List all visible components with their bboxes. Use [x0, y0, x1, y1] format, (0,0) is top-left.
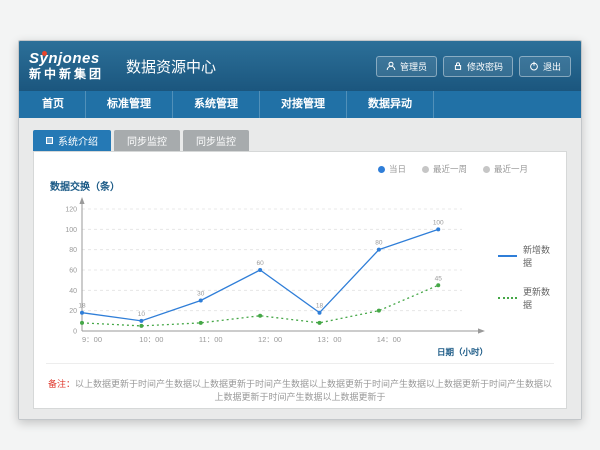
svg-text:日期（小时）: 日期（小时）	[437, 347, 488, 357]
power-icon	[529, 61, 539, 71]
range-legend: 当日 最近一周 最近一月	[46, 158, 554, 177]
range-last-week[interactable]: 最近一周	[422, 163, 467, 175]
series-updated-data-label: 更新数据	[523, 285, 554, 311]
change-password-button[interactable]: 修改密码	[443, 56, 513, 77]
page-title: 数据资源中心	[126, 56, 216, 77]
svg-text:100: 100	[433, 219, 444, 226]
dotted-line-icon	[498, 297, 517, 299]
svg-text:80: 80	[69, 247, 77, 254]
footnote: 备注：以上数据更新于时间产生数据以上数据更新于时间产生数据以上数据更新于时间产生…	[46, 363, 554, 403]
series-new-data-label: 新增数据	[523, 243, 554, 269]
series-updated-data[interactable]: 更新数据	[498, 285, 554, 311]
svg-text:100: 100	[65, 227, 77, 234]
app-header: Synjones 新中新集团 数据资源中心 管理员 修改密码 退出	[19, 41, 581, 91]
series-new-data[interactable]: 新增数据	[498, 243, 554, 269]
svg-text:11：00: 11：00	[199, 335, 223, 344]
svg-text:20: 20	[69, 308, 77, 315]
svg-text:45: 45	[435, 275, 443, 282]
logout-button[interactable]: 退出	[519, 56, 571, 77]
header-actions: 管理员 修改密码 退出	[376, 56, 571, 77]
logo-text-cn: 新中新集团	[29, 68, 104, 82]
user-icon	[386, 61, 396, 71]
tab-sync-monitor-2[interactable]: 同步监控	[183, 130, 249, 151]
range-last-month[interactable]: 最近一月	[483, 163, 528, 175]
tab-system-intro-label: 系统介绍	[58, 133, 98, 148]
chart-row: 0 20 40 60 80 100 120 9：00 10：00 11：00 12：00 13：00 1…	[46, 193, 554, 361]
series-legend: 新增数据 更新数据	[498, 243, 554, 311]
app-window: Synjones 新中新集团 数据资源中心 管理员 修改密码 退出	[18, 40, 582, 420]
svg-text:9：00: 9：00	[82, 335, 102, 344]
svg-text:12：00: 12：00	[258, 335, 282, 344]
tab-system-intro[interactable]: 系统介绍	[33, 130, 111, 151]
svg-text:18: 18	[78, 303, 86, 310]
brand-logo: Synjones 新中新集团	[29, 50, 118, 81]
lock-icon	[453, 61, 463, 71]
nav-item-connect-mgmt[interactable]: 对接管理	[260, 91, 347, 118]
tab-sync-monitor-1[interactable]: 同步监控	[114, 130, 180, 151]
nav-item-system-mgmt[interactable]: 系统管理	[173, 91, 260, 118]
tab-bar: 系统介绍 同步监控 同步监控	[33, 130, 567, 151]
svg-text:0: 0	[73, 329, 77, 336]
logo-text-en: Synjones	[29, 50, 104, 67]
svg-text:13：00: 13：00	[317, 335, 341, 344]
tab-sync-monitor-2-label: 同步监控	[196, 133, 236, 148]
nav-item-data-change[interactable]: 数据异动	[347, 91, 434, 118]
range-last-month-label: 最近一月	[494, 163, 528, 175]
content-area: 系统介绍 同步监控 同步监控 当日 最近一周	[19, 118, 581, 419]
tab-icon	[46, 137, 53, 144]
admin-user-label: 管理员	[400, 60, 427, 73]
svg-text:10: 10	[138, 311, 146, 318]
solid-line-icon	[498, 255, 517, 257]
tab-sync-monitor-1-label: 同步监控	[127, 133, 167, 148]
nav-item-home[interactable]: 首页	[21, 91, 86, 118]
svg-text:18: 18	[316, 303, 324, 310]
footnote-text: 以上数据更新于时间产生数据以上数据更新于时间产生数据以上数据更新于时间产生数据以…	[75, 379, 552, 402]
svg-text:80: 80	[375, 240, 383, 247]
svg-text:14：00: 14：00	[377, 335, 401, 344]
admin-user-button[interactable]: 管理员	[376, 56, 437, 77]
svg-text:60: 60	[257, 260, 265, 267]
range-last-month-dot	[483, 166, 490, 173]
range-last-week-label: 最近一周	[433, 163, 467, 175]
chart-card: 当日 最近一周 最近一月 数据交换（条） 0 20 40 60 80 100 120 9：00…	[33, 151, 567, 409]
svg-text:120: 120	[65, 207, 77, 214]
range-today-dot	[378, 166, 385, 173]
range-last-week-dot	[422, 166, 429, 173]
range-today[interactable]: 当日	[378, 163, 406, 175]
range-today-label: 当日	[389, 163, 406, 175]
line-chart: 0 20 40 60 80 100 120 9：00 10：00 11：00 12：00 13：00 1…	[46, 193, 498, 361]
chart-y-axis-title: 数据交换（条）	[50, 178, 554, 193]
svg-text:10：00: 10：00	[139, 335, 163, 344]
change-password-label: 修改密码	[467, 60, 503, 73]
svg-text:30: 30	[197, 291, 205, 298]
footnote-label: 备注：	[48, 379, 75, 389]
main-nav: 首页 标准管理 系统管理 对接管理 数据异动	[19, 91, 581, 118]
nav-item-standard-mgmt[interactable]: 标准管理	[86, 91, 173, 118]
logout-label: 退出	[543, 60, 561, 73]
svg-text:40: 40	[69, 288, 77, 295]
svg-text:60: 60	[69, 268, 77, 275]
